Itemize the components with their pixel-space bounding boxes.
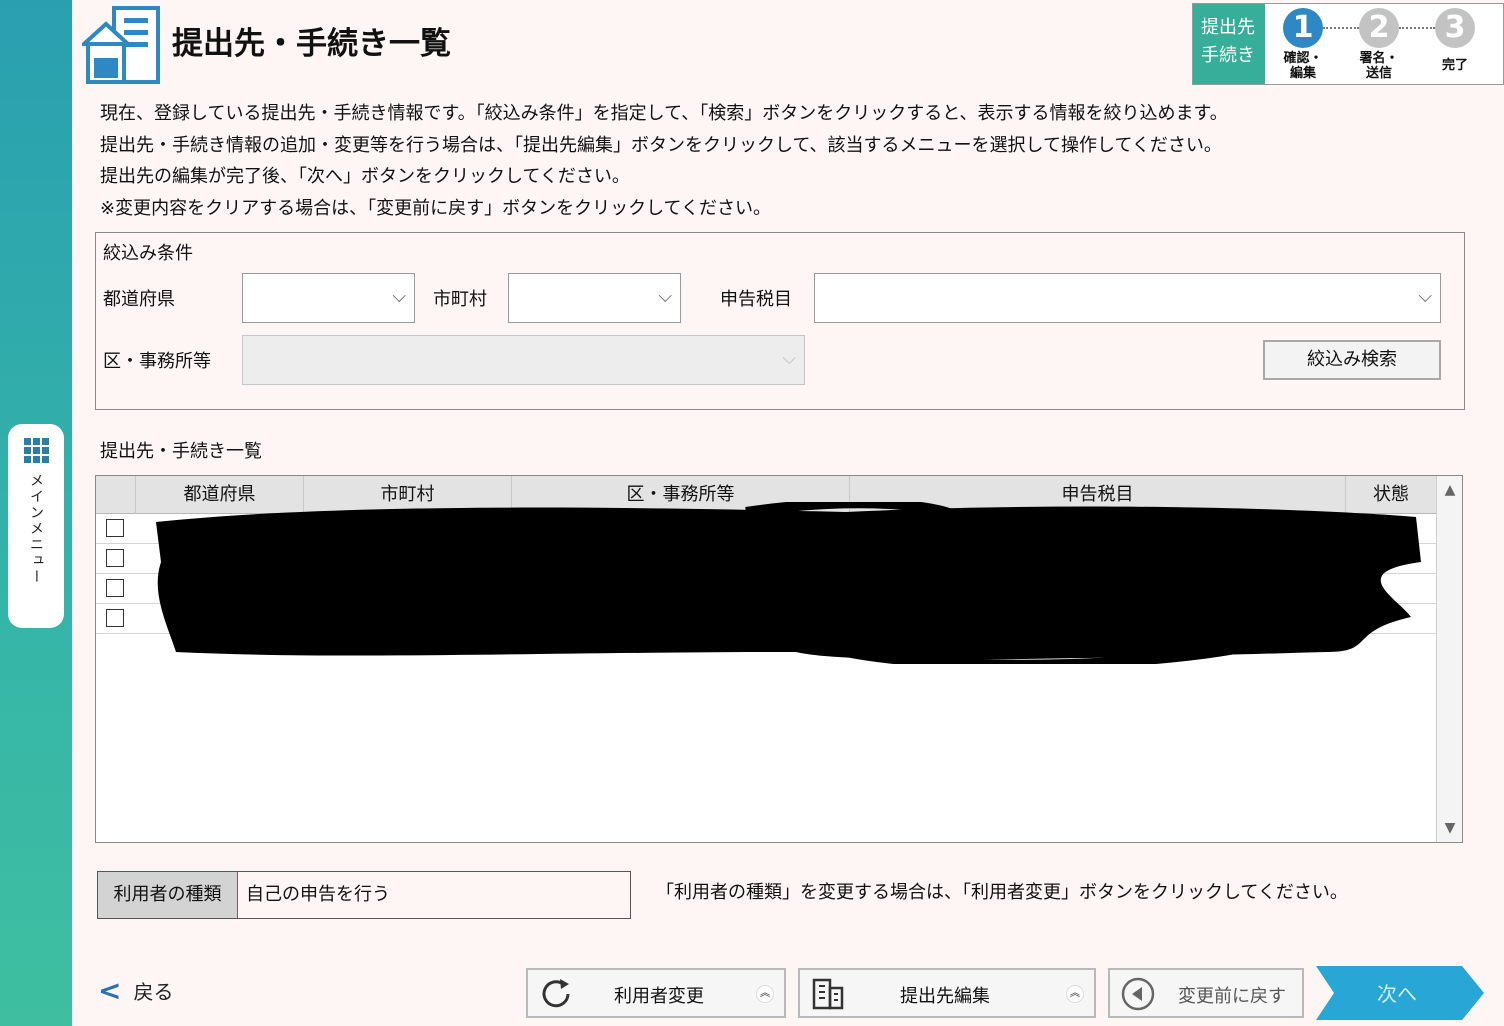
step-1: 1 確認・ 編集 <box>1265 4 1359 84</box>
row-checkbox[interactable] <box>106 549 124 567</box>
current-step-label: 提出先 手続き <box>1193 4 1265 84</box>
scroll-up-arrow-icon[interactable]: ▲ <box>1437 478 1463 502</box>
step-label: 確認・ 編集 <box>1283 51 1323 81</box>
next-button[interactable]: 次へ <box>1377 978 1417 1007</box>
main-menu-label: メインメニュー <box>28 473 44 585</box>
column-header: 都道府県 <box>136 476 304 514</box>
row-checkbox[interactable] <box>106 519 124 537</box>
row-checkbox[interactable] <box>106 609 124 627</box>
scroll-down-arrow-icon[interactable]: ▼ <box>1437 816 1463 840</box>
table-row[interactable] <box>96 574 1436 604</box>
table-row[interactable] <box>96 604 1436 634</box>
tax-item-label: 申告税目 <box>720 289 792 310</box>
grid-menu-icon <box>23 438 49 463</box>
filter-search-button[interactable]: 絞込み検索 <box>1263 340 1441 380</box>
step-3: 3 完了 <box>1417 4 1493 84</box>
step-number: 1 <box>1283 8 1323 48</box>
step-label: 完了 <box>1441 58 1468 73</box>
instructions: 現在、登録している提出先・手続き情報です。「絞込み条件」を指定して、「検索」ボタ… <box>100 103 1228 219</box>
user-change-button[interactable]: 利用者変更 ︽ <box>526 968 786 1018</box>
user-type-note: 「利用者の種類」を変更する場合は、「利用者変更」ボタンをクリックしてください。 <box>656 882 1348 903</box>
chevron-down-icon: ⌵ <box>658 286 672 307</box>
building-icon <box>812 978 844 1010</box>
chevron-left-icon: < <box>98 974 122 1007</box>
step-number: 2 <box>1359 8 1399 48</box>
user-type-label: 利用者の種類 <box>98 872 238 918</box>
back-circle-icon <box>1121 977 1155 1011</box>
step-label: 署名・ 送信 <box>1359 51 1399 81</box>
page-title: 提出先・手続き一覧 <box>172 26 451 62</box>
chevron-down-icon: ⌵ <box>782 348 796 369</box>
list-title: 提出先・手続き一覧 <box>100 441 262 462</box>
table-row[interactable] <box>96 544 1436 574</box>
destination-edit-button[interactable]: 提出先編集 ︽ <box>798 968 1096 1018</box>
column-header: 区・事務所等 <box>512 476 850 514</box>
city-label: 市町村 <box>433 289 487 310</box>
row-checkbox[interactable] <box>106 579 124 597</box>
checkbox-column-header <box>96 476 136 514</box>
table-scrollbar[interactable]: ▲ ▼ <box>1436 476 1462 842</box>
filter-panel: 絞込み条件 都道府県 ⌵ 市町村 ⌵ 申告税目 ⌵ 区・事務所等 ⌵ 絞込み検索 <box>95 232 1465 410</box>
prefecture-label: 都道府県 <box>103 289 175 310</box>
office-select: ⌵ <box>242 335 805 385</box>
revert-button[interactable]: 変更前に戻す <box>1108 968 1304 1018</box>
destination-table: 都道府県 市町村 区・事務所等 申告税目 状態 ▲ ▼ <box>95 475 1463 843</box>
table-row[interactable] <box>96 514 1436 544</box>
user-type-field: 利用者の種類 自己の申告を行う <box>97 871 631 919</box>
building-document-icon <box>82 6 160 84</box>
double-chevron-up-icon: ︽ <box>1066 985 1084 1003</box>
main-menu-tab[interactable]: メインメニュー <box>8 424 64 628</box>
column-header: 市町村 <box>304 476 512 514</box>
user-type-value: 自己の申告を行う <box>246 884 390 905</box>
refresh-icon <box>542 979 570 1008</box>
tax-item-select[interactable]: ⌵ <box>814 273 1441 323</box>
table-header: 都道府県 市町村 区・事務所等 申告税目 状態 <box>96 476 1436 514</box>
column-header: 申告税目 <box>850 476 1346 514</box>
main-panel: 提出先・手続き一覧 提出先 手続き 1 確認・編集 2 署名・送信 3 完了 <box>72 0 1504 1026</box>
chevron-down-icon: ⌵ <box>1418 286 1432 307</box>
prefecture-select[interactable]: ⌵ <box>242 273 415 323</box>
step-number: 3 <box>1435 8 1475 48</box>
filter-title: 絞込み条件 <box>103 243 193 264</box>
column-header: 状態 <box>1373 484 1409 505</box>
back-link[interactable]: < 戻る <box>98 974 173 1007</box>
chevron-down-icon: ⌵ <box>392 286 406 307</box>
city-select[interactable]: ⌵ <box>508 273 681 323</box>
left-sidebar: メインメニュー <box>0 0 72 1026</box>
step-indicator: 提出先 手続き 1 確認・ 編集 2 署名・ 送信 3 完了 <box>1192 3 1504 85</box>
double-chevron-up-icon: ︽ <box>756 985 774 1003</box>
step-2: 2 署名・ 送信 <box>1341 4 1435 84</box>
office-label: 区・事務所等 <box>103 351 211 372</box>
